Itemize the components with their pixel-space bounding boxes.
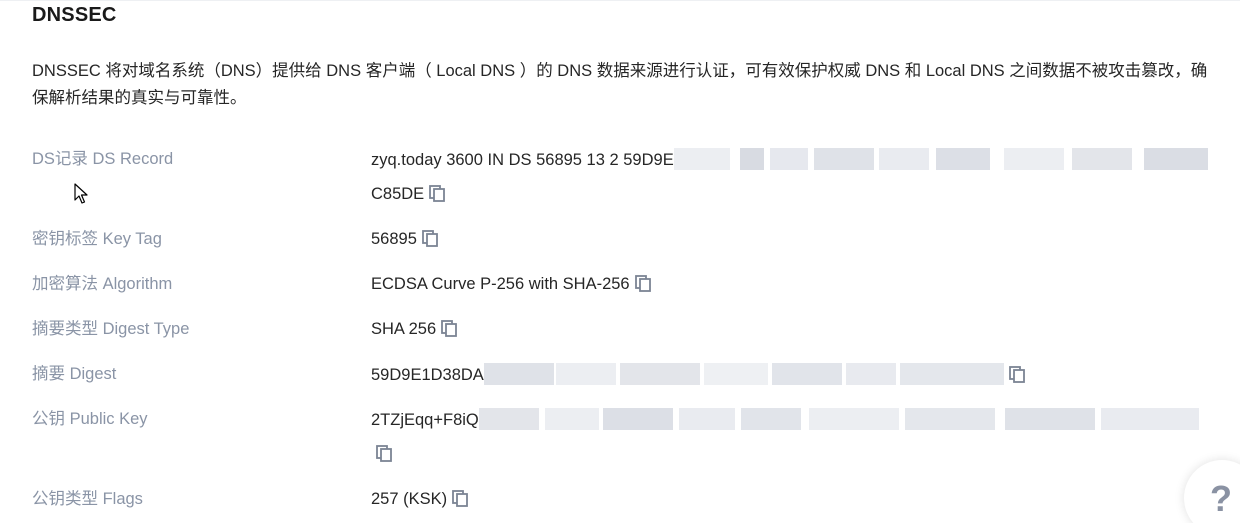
public-key-label: 公钥 Public Key xyxy=(32,410,148,428)
key-tag-value: 56895 xyxy=(371,228,439,250)
flags-value: 257 (KSK) xyxy=(371,488,469,510)
section-title: DNSSEC xyxy=(32,4,117,26)
ds-record-label: DS记录 DS Record xyxy=(32,150,174,168)
digest-label: 摘要 Digest xyxy=(32,365,117,383)
copy-icon[interactable] xyxy=(375,444,393,462)
copy-icon[interactable] xyxy=(634,274,652,292)
public-key-value: 2TZjEqq+F8iQ xyxy=(371,408,1199,431)
public-key-value-line2 xyxy=(371,443,393,465)
ds-record-text: zyq.today 3600 IN DS 56895 13 2 59D9E xyxy=(371,151,674,169)
algorithm-value: ECDSA Curve P-256 with SHA-256 xyxy=(371,273,652,295)
digest-type-value: SHA 256 xyxy=(371,318,458,340)
flags-text: 257 (KSK) xyxy=(371,490,448,508)
section-description: DNSSEC 将对域名系统（DNS）提供给 DNS 客户端（ Local DNS… xyxy=(32,62,1208,107)
ds-record-text-line2: C85DE xyxy=(371,185,425,203)
digest-value: 59D9E1D38DA xyxy=(371,363,1026,386)
copy-icon[interactable] xyxy=(421,229,439,247)
digest-type-label: 摘要类型 Digest Type xyxy=(32,320,190,338)
copy-icon[interactable] xyxy=(451,489,469,507)
algorithm-text: ECDSA Curve P-256 with SHA-256 xyxy=(371,275,630,293)
mouse-pointer-icon xyxy=(74,183,88,204)
copy-icon[interactable] xyxy=(1008,365,1026,383)
copy-icon[interactable] xyxy=(440,319,458,337)
ds-record-value-line2: C85DE xyxy=(371,183,446,205)
redacted-ds-record xyxy=(673,148,1210,170)
redacted-public-key xyxy=(478,408,1199,430)
key-tag-text: 56895 xyxy=(371,230,417,248)
digest-type-text: SHA 256 xyxy=(371,320,437,338)
top-divider xyxy=(0,0,1240,1)
question-mark-icon: ? xyxy=(1210,478,1232,519)
algorithm-label: 加密算法 Algorithm xyxy=(32,275,173,293)
redacted-digest xyxy=(483,363,1004,385)
digest-text: 59D9E1D38DA xyxy=(371,366,484,384)
flags-label: 公钥类型 Flags xyxy=(32,490,143,508)
ds-record-value: zyq.today 3600 IN DS 56895 13 2 59D9E xyxy=(371,148,1210,171)
help-button[interactable]: ? xyxy=(1184,460,1240,523)
dnssec-panel: DNSSEC DNSSEC 将对域名系统（DNS）提供给 DNS 客户端（ Lo… xyxy=(0,0,1240,523)
public-key-text: 2TZjEqq+F8iQ xyxy=(371,411,479,429)
copy-icon[interactable] xyxy=(428,184,446,202)
key-tag-label: 密钥标签 Key Tag xyxy=(32,230,162,248)
